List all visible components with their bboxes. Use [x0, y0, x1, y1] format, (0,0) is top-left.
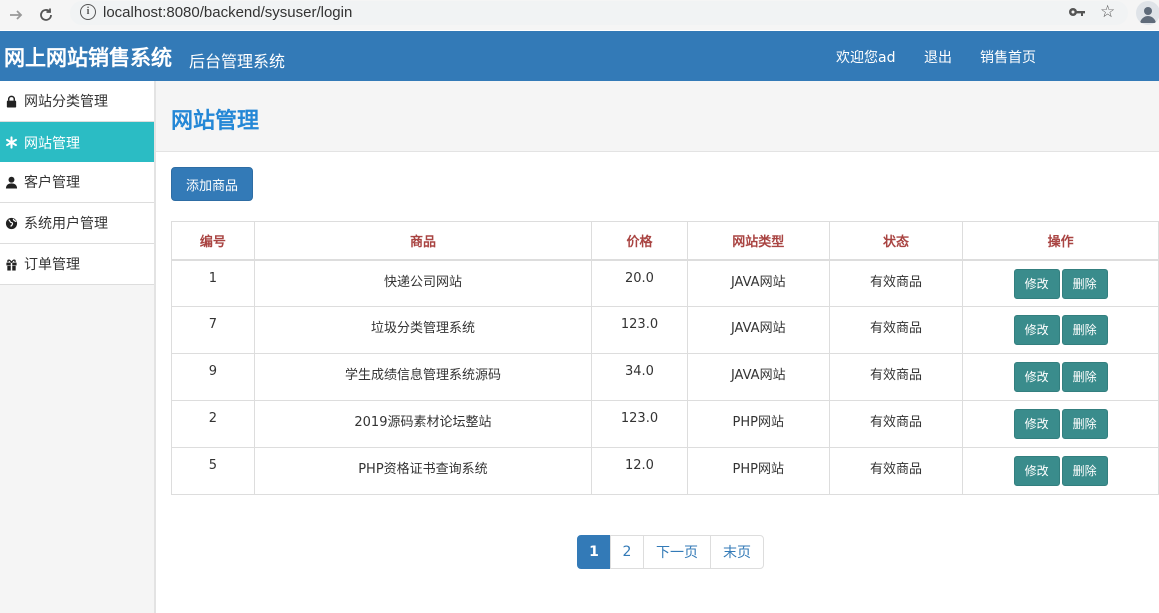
forward-arrow-icon[interactable]	[4, 3, 28, 27]
cell-type: JAVA网站	[686, 353, 830, 401]
user-icon	[4, 175, 18, 189]
asterisk-icon	[4, 136, 18, 150]
cell-actions: 修改 删除	[962, 400, 1159, 448]
page-title: 网站管理	[171, 109, 260, 134]
table-header-row: 编号 商品 价格 网站类型 状态 操作	[171, 221, 1159, 261]
products-table: 编号 商品 价格 网站类型 状态 操作 1 快递公司网站 20.0 JAVA网站…	[171, 221, 1159, 495]
cell-price: 34.0	[591, 353, 688, 401]
last-page-button[interactable]: 末页	[710, 535, 764, 569]
column-header: 状态	[828, 221, 964, 261]
next-page-button[interactable]: 下一页	[643, 535, 711, 569]
cell-status: 有效商品	[828, 400, 964, 448]
column-header: 商品	[253, 221, 593, 261]
reload-icon[interactable]	[34, 3, 58, 27]
cell-type: JAVA网站	[686, 306, 830, 354]
edit-button[interactable]: 修改	[1013, 315, 1060, 345]
cell-price: 123.0	[591, 306, 688, 354]
table-row: 7 垃圾分类管理系统 123.0 JAVA网站 有效商品 修改 删除	[171, 306, 1159, 354]
cell-price: 12.0	[591, 447, 688, 495]
key-icon[interactable]	[1068, 5, 1086, 19]
table-row: 2 2019源码素材论坛整站 123.0 PHP网站 有效商品 修改 删除	[171, 400, 1159, 448]
cell-name: 垃圾分类管理系统	[253, 306, 593, 354]
column-header: 编号	[171, 221, 255, 261]
cell-status: 有效商品	[828, 259, 964, 307]
app-header: 网上网站销售系统 后台管理系统 欢迎您ad 退出 销售首页	[0, 31, 1159, 81]
cell-status: 有效商品	[828, 306, 964, 354]
profile-avatar-icon[interactable]	[1136, 1, 1159, 25]
delete-button[interactable]: 删除	[1061, 409, 1108, 439]
sidebar-item-category[interactable]: 网站分类管理	[0, 81, 154, 122]
cell-name: 快递公司网站	[253, 259, 593, 307]
column-header: 操作	[962, 221, 1159, 261]
page-header: 网站管理	[156, 81, 1159, 152]
url-text[interactable]: localhost:8080/backend/sysuser/login	[103, 4, 352, 21]
sidebar-item-sysusers[interactable]: 系统用户管理	[0, 203, 154, 244]
cell-id: 9	[171, 353, 255, 401]
browser-toolbar: i localhost:8080/backend/sysuser/login ☆	[0, 0, 1159, 30]
cell-type: PHP网站	[686, 447, 830, 495]
logout-link[interactable]: 退出	[924, 47, 952, 67]
cell-actions: 修改 删除	[962, 353, 1159, 401]
delete-button[interactable]: 删除	[1061, 268, 1108, 299]
edit-button[interactable]: 修改	[1013, 268, 1060, 299]
column-header: 价格	[591, 221, 688, 261]
bookmark-star-icon[interactable]: ☆	[1100, 2, 1115, 22]
welcome-link[interactable]: 欢迎您ad	[836, 47, 895, 67]
column-header: 网站类型	[686, 221, 830, 261]
pagination: 1 2 下一页 末页	[577, 535, 764, 569]
delete-button[interactable]: 删除	[1061, 362, 1108, 392]
cell-id: 7	[171, 306, 255, 354]
cell-name: 2019源码素材论坛整站	[253, 400, 593, 448]
brand-title: 网上网站销售系统	[4, 46, 172, 70]
sidebar-item-label: 订单管理	[24, 257, 80, 273]
brand-subtitle: 后台管理系统	[189, 52, 286, 71]
page-1-button[interactable]: 1	[577, 535, 611, 569]
cell-actions: 修改 删除	[962, 259, 1159, 307]
add-product-button[interactable]: 添加商品	[171, 167, 253, 201]
cell-name: 学生成绩信息管理系统源码	[253, 353, 593, 401]
cell-status: 有效商品	[828, 447, 964, 495]
cell-id: 2	[171, 400, 255, 448]
page-2-button[interactable]: 2	[610, 535, 644, 569]
cell-type: PHP网站	[686, 400, 830, 448]
cell-name: PHP资格证书查询系统	[253, 447, 593, 495]
sidebar-item-websites[interactable]: 网站管理	[0, 122, 154, 163]
cell-price: 123.0	[591, 400, 688, 448]
table-row: 1 快递公司网站 20.0 JAVA网站 有效商品 修改 删除	[171, 259, 1159, 307]
sidebar-item-customers[interactable]: 客户管理	[0, 162, 154, 203]
edit-button[interactable]: 修改	[1013, 409, 1060, 439]
table-row: 9 学生成绩信息管理系统源码 34.0 JAVA网站 有效商品 修改 删除	[171, 353, 1159, 401]
cell-price: 20.0	[591, 259, 688, 307]
gift-icon	[4, 257, 18, 271]
cell-id: 1	[171, 259, 255, 307]
delete-button[interactable]: 删除	[1061, 456, 1108, 486]
edit-button[interactable]: 修改	[1013, 362, 1060, 392]
delete-button[interactable]: 删除	[1061, 315, 1108, 345]
info-icon[interactable]: i	[80, 4, 96, 20]
cell-id: 5	[171, 447, 255, 495]
cell-status: 有效商品	[828, 353, 964, 401]
sidebar-item-label: 网站管理	[24, 135, 80, 152]
cell-actions: 修改 删除	[962, 306, 1159, 354]
edit-button[interactable]: 修改	[1013, 456, 1060, 486]
sidebar-item-label: 系统用户管理	[24, 216, 108, 232]
sidebar-item-orders[interactable]: 订单管理	[0, 244, 154, 285]
cell-actions: 修改 删除	[962, 447, 1159, 495]
sales-home-link[interactable]: 销售首页	[980, 47, 1036, 67]
lock-icon	[4, 94, 18, 108]
cell-type: JAVA网站	[686, 259, 830, 307]
sidebar: 网站分类管理 网站管理 客户管理 系统用户管理 订单管理	[0, 81, 156, 613]
table-row: 5 PHP资格证书查询系统 12.0 PHP网站 有效商品 修改 删除	[171, 447, 1159, 495]
sidebar-item-label: 客户管理	[24, 175, 80, 191]
globe-icon	[4, 216, 18, 230]
sidebar-item-label: 网站分类管理	[24, 94, 108, 110]
